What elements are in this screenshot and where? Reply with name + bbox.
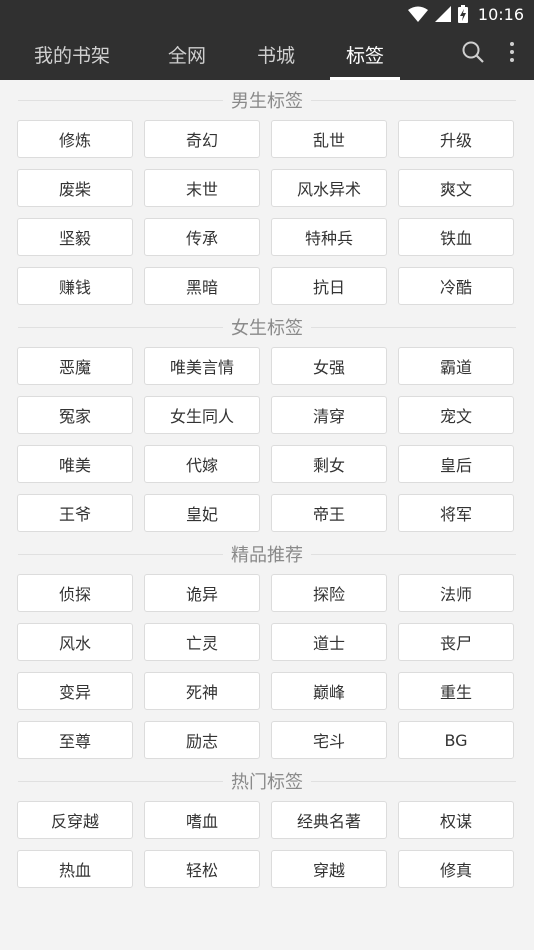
tag-button[interactable]: 抗日 bbox=[271, 267, 387, 305]
tag-button[interactable]: 侦探 bbox=[17, 574, 133, 612]
tag-button[interactable]: 风水异术 bbox=[271, 169, 387, 207]
tag-button[interactable]: 探险 bbox=[271, 574, 387, 612]
tag-button[interactable]: 修炼 bbox=[17, 120, 133, 158]
tag-button[interactable]: 黑暗 bbox=[144, 267, 260, 305]
tag-button[interactable]: 特种兵 bbox=[271, 218, 387, 256]
tag-button[interactable]: 死神 bbox=[144, 672, 260, 710]
tag-button[interactable]: 变异 bbox=[17, 672, 133, 710]
tag-button[interactable]: 将军 bbox=[398, 494, 514, 532]
tag-button[interactable]: 冤家 bbox=[17, 396, 133, 434]
more-vert-icon bbox=[509, 41, 515, 67]
tag-grid: 反穿越 嗜血 经典名著 权谋 热血 轻松 穿越 修真 bbox=[0, 801, 534, 888]
tag-button[interactable]: 王爷 bbox=[17, 494, 133, 532]
tag-button[interactable]: 穿越 bbox=[271, 850, 387, 888]
battery-charging-icon bbox=[457, 5, 468, 23]
wifi-icon bbox=[407, 6, 428, 22]
section-header: 男生标签 bbox=[0, 80, 534, 120]
tab-tags[interactable]: 标签 bbox=[330, 28, 400, 80]
tag-button[interactable]: 宠文 bbox=[398, 396, 514, 434]
section-title: 热门标签 bbox=[223, 768, 311, 794]
tag-button[interactable]: 霸道 bbox=[398, 347, 514, 385]
status-bar: 10:16 bbox=[0, 0, 534, 28]
tag-button[interactable]: 传承 bbox=[144, 218, 260, 256]
tag-button[interactable]: 唯美言情 bbox=[144, 347, 260, 385]
section-title: 精品推荐 bbox=[223, 541, 311, 567]
tag-button[interactable]: 皇后 bbox=[398, 445, 514, 483]
status-time: 10:16 bbox=[477, 4, 524, 24]
search-icon bbox=[461, 40, 485, 68]
tag-button[interactable]: 热血 bbox=[17, 850, 133, 888]
tag-button[interactable]: 道士 bbox=[271, 623, 387, 661]
tag-button[interactable]: 诡异 bbox=[144, 574, 260, 612]
tag-button[interactable]: 轻松 bbox=[144, 850, 260, 888]
tag-button[interactable]: 爽文 bbox=[398, 169, 514, 207]
section-premium-picks: 精品推荐 侦探 诡异 探险 法师 风水 亡灵 道士 丧尸 变异 死神 巅峰 重生… bbox=[0, 534, 534, 759]
tag-button[interactable]: 剩女 bbox=[271, 445, 387, 483]
tag-button[interactable]: 宅斗 bbox=[271, 721, 387, 759]
tag-button[interactable]: 帝王 bbox=[271, 494, 387, 532]
cellular-signal-icon bbox=[434, 6, 451, 22]
app-bar: 我的书架 全网 书城 标签 bbox=[0, 28, 534, 80]
tag-button[interactable]: 修真 bbox=[398, 850, 514, 888]
tag-button[interactable]: 女强 bbox=[271, 347, 387, 385]
tag-button[interactable]: 法师 bbox=[398, 574, 514, 612]
section-header: 热门标签 bbox=[0, 761, 534, 801]
tag-button[interactable]: 废柴 bbox=[17, 169, 133, 207]
tag-button[interactable]: 皇妃 bbox=[144, 494, 260, 532]
tag-button[interactable]: 巅峰 bbox=[271, 672, 387, 710]
tag-grid: 恶魔 唯美言情 女强 霸道 冤家 女生同人 清穿 宠文 唯美 代嫁 剩女 皇后 … bbox=[0, 347, 534, 532]
tag-button[interactable]: BG bbox=[398, 721, 514, 759]
tag-button[interactable]: 乱世 bbox=[271, 120, 387, 158]
tag-button[interactable]: 励志 bbox=[144, 721, 260, 759]
tag-content: 男生标签 修炼 奇幻 乱世 升级 废柴 末世 风水异术 爽文 坚毅 传承 特种兵… bbox=[0, 80, 534, 950]
tag-button[interactable]: 恶魔 bbox=[17, 347, 133, 385]
tab-whole-web[interactable]: 全网 bbox=[152, 28, 222, 80]
tag-button[interactable]: 丧尸 bbox=[398, 623, 514, 661]
tag-grid: 修炼 奇幻 乱世 升级 废柴 末世 风水异术 爽文 坚毅 传承 特种兵 铁血 赚… bbox=[0, 120, 534, 305]
tab-bookstore[interactable]: 书城 bbox=[243, 28, 309, 80]
section-female-tags: 女生标签 恶魔 唯美言情 女强 霸道 冤家 女生同人 清穿 宠文 唯美 代嫁 剩… bbox=[0, 307, 534, 532]
tag-button[interactable]: 权谋 bbox=[398, 801, 514, 839]
section-title: 女生标签 bbox=[223, 314, 311, 340]
tag-button[interactable]: 经典名著 bbox=[271, 801, 387, 839]
tag-button[interactable]: 至尊 bbox=[17, 721, 133, 759]
section-hot-tags: 热门标签 反穿越 嗜血 经典名著 权谋 热血 轻松 穿越 修真 bbox=[0, 761, 534, 888]
tag-button[interactable]: 赚钱 bbox=[17, 267, 133, 305]
tag-button[interactable]: 反穿越 bbox=[17, 801, 133, 839]
tag-button[interactable]: 奇幻 bbox=[144, 120, 260, 158]
tag-button[interactable]: 坚毅 bbox=[17, 218, 133, 256]
tag-button[interactable]: 女生同人 bbox=[144, 396, 260, 434]
tag-button[interactable]: 代嫁 bbox=[144, 445, 260, 483]
more-options-button[interactable] bbox=[500, 28, 524, 80]
section-header: 精品推荐 bbox=[0, 534, 534, 574]
tag-button[interactable]: 嗜血 bbox=[144, 801, 260, 839]
section-male-tags: 男生标签 修炼 奇幻 乱世 升级 废柴 末世 风水异术 爽文 坚毅 传承 特种兵… bbox=[0, 80, 534, 305]
tag-grid: 侦探 诡异 探险 法师 风水 亡灵 道士 丧尸 变异 死神 巅峰 重生 至尊 励… bbox=[0, 574, 534, 759]
tag-button[interactable]: 铁血 bbox=[398, 218, 514, 256]
tag-button[interactable]: 末世 bbox=[144, 169, 260, 207]
tag-button[interactable]: 重生 bbox=[398, 672, 514, 710]
tag-button[interactable]: 亡灵 bbox=[144, 623, 260, 661]
section-title: 男生标签 bbox=[223, 87, 311, 113]
search-button[interactable] bbox=[455, 28, 491, 80]
section-header: 女生标签 bbox=[0, 307, 534, 347]
tag-button[interactable]: 清穿 bbox=[271, 396, 387, 434]
tab-bookshelf[interactable]: 我的书架 bbox=[22, 28, 122, 80]
tag-button[interactable]: 冷酷 bbox=[398, 267, 514, 305]
tag-button[interactable]: 升级 bbox=[398, 120, 514, 158]
tag-button[interactable]: 唯美 bbox=[17, 445, 133, 483]
tag-button[interactable]: 风水 bbox=[17, 623, 133, 661]
